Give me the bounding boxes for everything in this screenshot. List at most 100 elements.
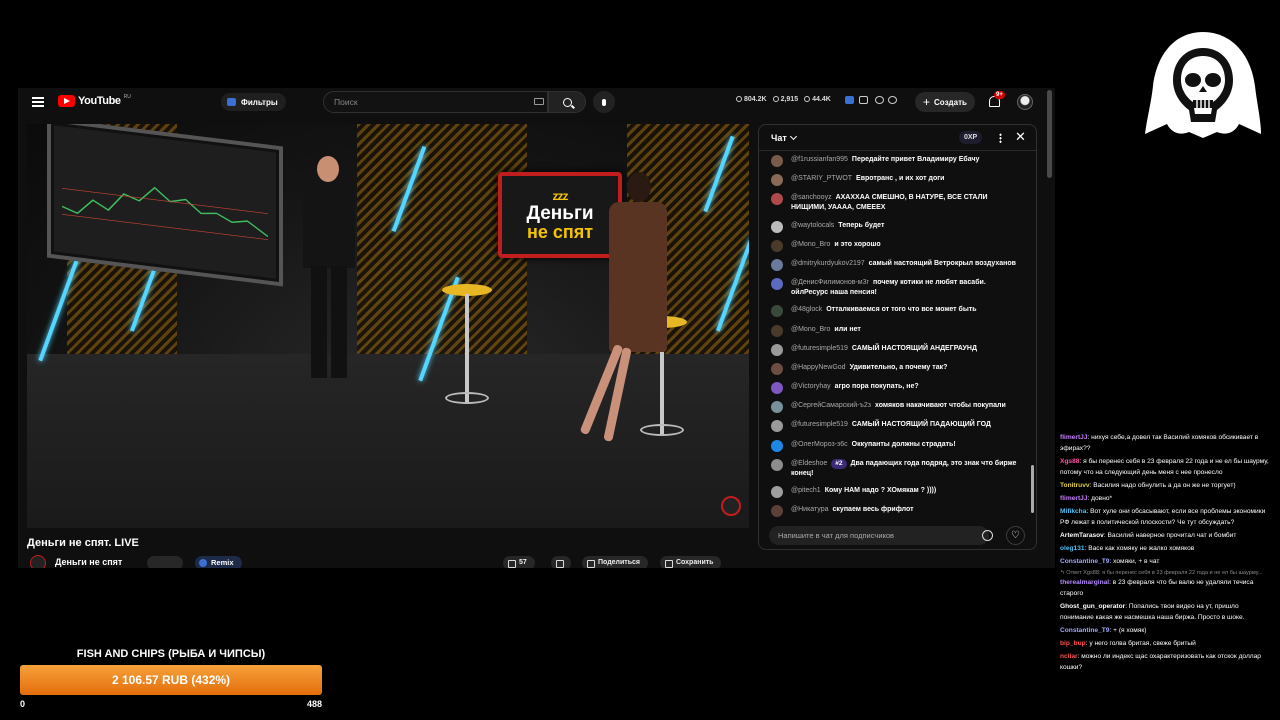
subscription-bell-button[interactable] — [147, 556, 183, 568]
search-button[interactable] — [548, 91, 586, 113]
youtube-logo[interactable]: YouTube RU — [58, 94, 131, 107]
overlay-chat-message: flimertJJ: довно* — [1060, 493, 1274, 504]
chat-input[interactable]: Напишите в чат для подписчиков — [769, 526, 989, 545]
chat-avatar[interactable] — [771, 439, 783, 452]
menu-icon[interactable] — [32, 97, 44, 107]
overlay-chat-text: + (я хомяк) — [1113, 627, 1147, 634]
chat-author[interactable]: @ДенисФилимонов-м3г — [791, 279, 869, 286]
chat-author[interactable]: @waytolocals — [791, 222, 834, 229]
like-icon — [804, 96, 811, 102]
chat-avatar[interactable] — [771, 193, 783, 206]
extension-icon[interactable] — [875, 96, 884, 104]
close-icon[interactable]: ✕ — [1015, 130, 1026, 143]
overlay-chat-user: Constantine_T9 — [1060, 627, 1110, 634]
overlay-chat-user: ncliar — [1060, 653, 1078, 660]
account-avatar[interactable] — [1017, 94, 1033, 110]
chat-author[interactable]: @futuresimple519 — [791, 421, 848, 428]
overlay-chat-user: oleg131 — [1060, 545, 1085, 552]
voice-search-button[interactable] — [593, 91, 615, 113]
chat-message-list[interactable]: @f1russianfan995 Передайте привет Владими… — [759, 155, 1029, 519]
chat-avatar[interactable] — [771, 505, 783, 518]
chat-author[interactable]: @HappyNewGod — [791, 364, 846, 371]
chat-avatar[interactable] — [771, 174, 783, 187]
chat-body: Передайте привет Владимиру Ебачу — [851, 156, 980, 163]
save-button[interactable]: Сохранить — [660, 556, 722, 568]
chat-body: Евротранс , и их хот доги — [856, 175, 945, 183]
more-options-icon[interactable] — [999, 133, 1002, 143]
video-player[interactable]: zzz Деньги не спят — [27, 124, 749, 528]
chat-avatar[interactable] — [771, 220, 783, 233]
chat-avatar[interactable] — [771, 305, 783, 318]
monitor-chart — [61, 166, 269, 251]
goal-max: 488 — [306, 699, 322, 709]
chat-mode-dropdown[interactable]: Чат — [771, 133, 796, 143]
chat-avatar[interactable] — [771, 324, 783, 337]
chat-author[interactable]: @STARIY_PTWOT — [791, 175, 852, 182]
chat-avatar[interactable] — [771, 362, 783, 375]
chat-avatar[interactable] — [771, 239, 783, 252]
chat-author[interactable]: @sanchooyz — [791, 194, 832, 201]
chat-author[interactable]: @dmitrykurdyukov2197 — [791, 260, 865, 267]
remix-button[interactable]: Remix — [195, 556, 242, 568]
chat-author[interactable]: @48glock — [791, 306, 822, 313]
overlay-chat-message: Ghost_gun_operator: Попались твои видео … — [1060, 601, 1274, 623]
chat-message-text: @Никатура скупаем весь фрифлот — [791, 505, 1021, 517]
page-scrollbar[interactable] — [1047, 90, 1052, 178]
heart-icon[interactable]: ♡ — [1006, 526, 1025, 545]
search-input[interactable]: Поиск — [323, 91, 548, 113]
chat-avatar[interactable] — [771, 486, 783, 498]
chat-message: @futuresimple519 САМЫЙ НАСТОЯЩИЙ ПАДАЮЩИЙ… — [759, 420, 1029, 433]
like-button[interactable]: 57 — [503, 556, 535, 568]
xp-badge[interactable]: 0XP — [959, 131, 983, 144]
chat-avatar[interactable] — [771, 258, 783, 271]
chat-author[interactable]: @СергейСамарский-ъ2з — [791, 402, 871, 409]
overlay-chat-user: Xgs88 — [1060, 458, 1080, 465]
extension-icon[interactable] — [845, 96, 854, 104]
keyboard-icon[interactable] — [534, 98, 544, 105]
chat-author[interactable]: @Mono_Bro — [791, 326, 830, 333]
extension-icon[interactable] — [888, 96, 897, 104]
goal-title: FISH AND CHIPS (РЫБА И ЧИПСЫ) — [76, 648, 266, 660]
channel-name[interactable]: Деньги не спят — [55, 557, 122, 567]
overlay-chat-user: flimertJJ — [1060, 495, 1088, 502]
chat-message-text: @waytolocals Теперь будет — [791, 221, 1021, 233]
chat-scrollbar[interactable] — [1031, 465, 1034, 513]
overlay-reply-line: ↰ Ответ Xgs88: я бы перенес себя в 23 фе… — [1060, 570, 1263, 576]
sign-line-1: Деньги — [526, 202, 594, 224]
chat-message-text: @ДенисФилимонов-м3г почему котики не любя… — [791, 278, 1021, 298]
chat-author[interactable]: @ОлегМороз-з6с — [791, 441, 848, 448]
extension-stats: 804.2K 2,915 44.4K — [736, 96, 831, 103]
chat-avatar[interactable] — [771, 382, 783, 395]
chat-author[interactable]: @Victoryhay — [791, 383, 831, 390]
chat-avatar[interactable] — [771, 458, 783, 471]
chat-author[interactable]: @futuresimple519 — [791, 345, 848, 352]
share-button[interactable]: Поделиться — [582, 556, 649, 568]
chat-avatar[interactable] — [771, 343, 783, 356]
chat-avatar[interactable] — [771, 155, 783, 167]
chat-author[interactable]: @Mono_Bro — [791, 241, 830, 248]
chat-avatar[interactable] — [771, 420, 783, 433]
filters-button[interactable]: Фильтры — [221, 93, 286, 111]
chat-message: @Mono_Bro или нет — [759, 324, 1029, 337]
chat-avatar[interactable] — [771, 278, 783, 291]
overlay-chat-message: bip_bup: у него голва бритая, свеже брит… — [1060, 638, 1274, 649]
extension-icon[interactable] — [859, 96, 868, 104]
chat-author[interactable]: @pitech1 — [791, 487, 821, 494]
search-icon — [562, 97, 572, 107]
dislike-button[interactable] — [551, 556, 571, 568]
overlay-chat-message: Mifikcha: Вот хуле они обсасывают, если … — [1060, 506, 1274, 528]
create-button[interactable]: + Создать — [915, 92, 975, 112]
chat-body: хомяков накачивают чтобы покупали — [874, 402, 1006, 410]
chat-author[interactable]: @Eldeshoe — [791, 460, 827, 467]
youtube-play-icon — [58, 95, 75, 107]
chat-message: @pitech1 Кому НАМ надо ? ХОмякам ? )))) — [759, 486, 1029, 498]
chat-author[interactable]: @f1russianfan995 — [791, 156, 848, 163]
chat-message-text: @48glock Отталкиваемся от того что все мо… — [791, 305, 1021, 317]
chat-author[interactable]: @Никатура — [791, 506, 829, 513]
chat-avatar[interactable] — [771, 401, 783, 414]
channel-avatar[interactable] — [30, 555, 46, 568]
chat-body: САМЫЙ НАСТОЯЩИЙ АНДЕГРАУНД — [851, 344, 977, 352]
chat-message-text: @f1russianfan995 Передайте привет Владими… — [791, 155, 1021, 167]
emoji-icon[interactable] — [982, 530, 993, 541]
overlay-chat-user: ArtemTarasov — [1060, 532, 1104, 539]
